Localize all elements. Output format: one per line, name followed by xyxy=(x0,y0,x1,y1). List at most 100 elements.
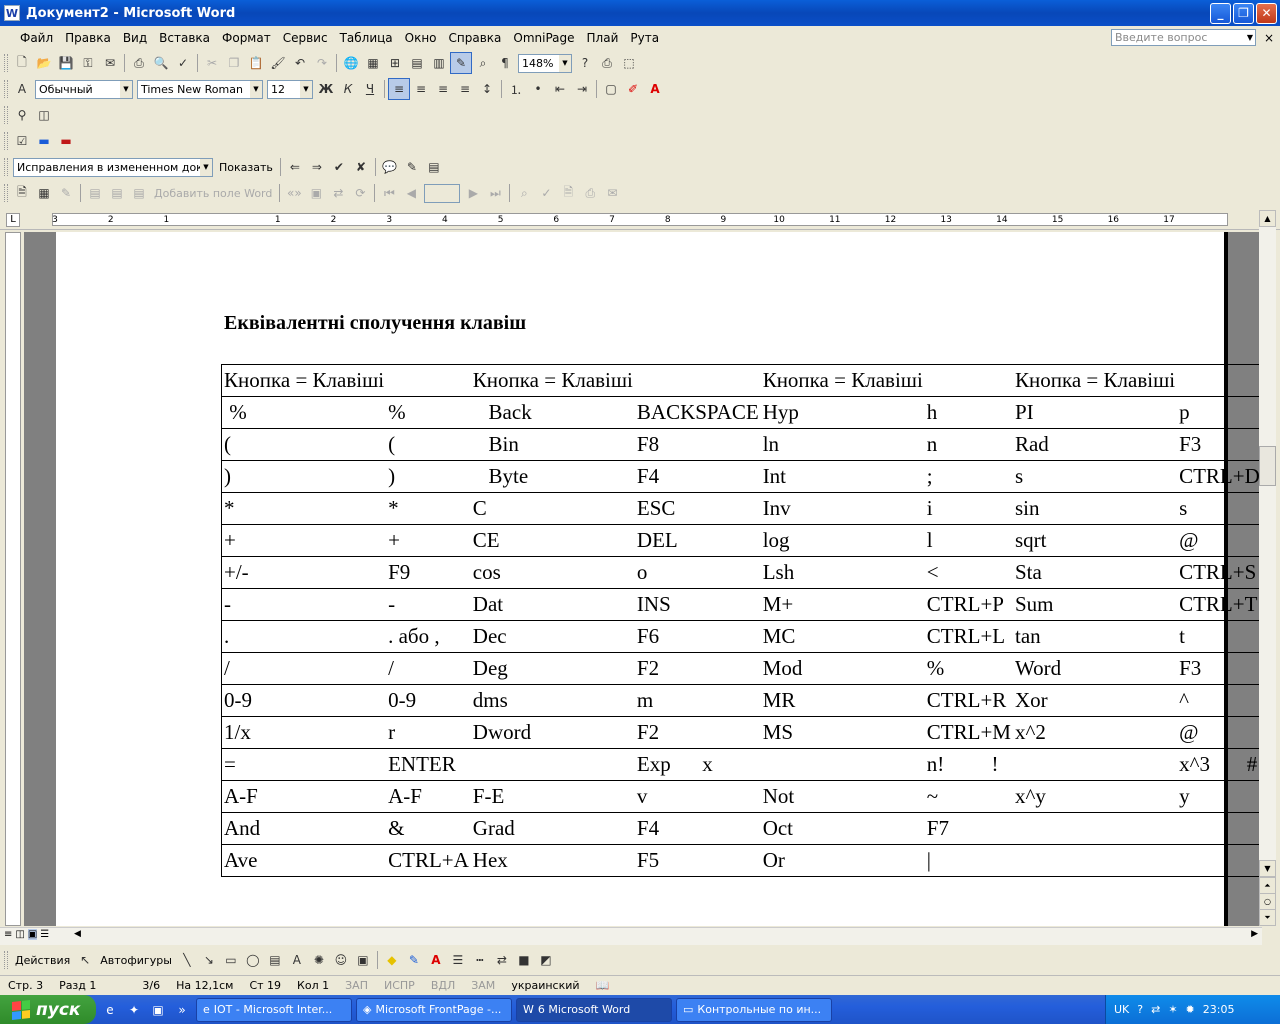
table-cell[interactable]: Mod xyxy=(760,652,925,685)
next-record-icon[interactable]: ▶ xyxy=(462,182,484,204)
table-cell[interactable]: sqrt xyxy=(1012,524,1178,557)
tables-borders-icon[interactable]: ▦ xyxy=(362,52,384,74)
cut-icon[interactable]: ✂ xyxy=(201,52,223,74)
menu-plai[interactable]: Плай xyxy=(581,31,625,45)
table-cell[interactable]: CTRL+L xyxy=(924,620,1013,653)
previous-record-icon[interactable]: ◀ xyxy=(400,182,422,204)
table-cell[interactable]: i xyxy=(924,492,1013,525)
table-cell[interactable] xyxy=(1177,364,1260,397)
table-cell[interactable]: m xyxy=(634,684,761,717)
status-extend[interactable]: ВДЛ xyxy=(423,979,463,992)
justify-icon[interactable]: ≡ xyxy=(454,78,476,100)
ruler-strip[interactable]: 3 2 1 1 2 3 4 5 6 7 8 9 10 11 12 13 14 15 16 17 xyxy=(52,213,1228,226)
table-cell[interactable]: = xyxy=(221,748,387,781)
table-cell[interactable]: CTRL+A xyxy=(386,844,471,877)
clipart-icon[interactable]: ☺ xyxy=(330,949,352,971)
menu-omnipage[interactable]: OmniPage xyxy=(507,31,580,45)
table-cell[interactable]: ln xyxy=(760,428,925,461)
line-color-icon[interactable]: ✎ xyxy=(403,949,425,971)
table-cell[interactable]: tan xyxy=(1012,620,1178,653)
ukraine-flag-icon[interactable]: ▬ xyxy=(33,130,55,152)
quicklaunch-more-icon[interactable]: » xyxy=(172,1000,192,1020)
menu-table[interactable]: Таблица xyxy=(334,31,399,45)
wordart-icon[interactable]: A xyxy=(286,949,308,971)
help-icon[interactable]: ? xyxy=(574,52,596,74)
table-cell[interactable]: CTRL+D xyxy=(1177,460,1260,493)
table-cell[interactable]: % xyxy=(924,652,1013,685)
table-cell[interactable]: MR xyxy=(760,684,925,717)
drawing-icon[interactable]: ✎ xyxy=(450,52,472,74)
toolbar-grip[interactable] xyxy=(4,158,8,176)
word-app-icon[interactable]: W xyxy=(4,5,20,21)
insert-fields-icon[interactable]: ▤ xyxy=(128,182,150,204)
toolbar-grip[interactable] xyxy=(4,54,8,72)
table-cell[interactable] xyxy=(634,364,761,397)
email-icon[interactable]: ✉ xyxy=(99,52,121,74)
table-cell[interactable]: Dat xyxy=(470,588,635,621)
main-document-icon[interactable]: 🗎 xyxy=(11,182,33,204)
table-cell[interactable]: ~ xyxy=(924,780,1013,813)
next-change-icon[interactable]: ⇒ xyxy=(306,156,328,178)
table-cell[interactable]: BACKSPACE xyxy=(634,396,761,429)
fill-color-icon[interactable]: ◆ xyxy=(381,949,403,971)
menu-file[interactable]: Файл xyxy=(14,31,59,45)
underline-button[interactable]: Ч xyxy=(359,78,381,100)
table-cell[interactable]: ^ xyxy=(1177,684,1260,717)
table-cell[interactable]: l xyxy=(924,524,1013,557)
table-cell[interactable]: And xyxy=(221,812,387,845)
italic-button[interactable]: К xyxy=(337,78,359,100)
table-cell[interactable]: Xor xyxy=(1012,684,1178,717)
status-track[interactable]: ИСПР xyxy=(376,979,423,992)
table-cell[interactable]: Deg xyxy=(470,652,635,685)
open-data-source-icon[interactable]: ▦ xyxy=(33,182,55,204)
table-cell[interactable]: F9 xyxy=(386,556,471,589)
table-cell[interactable]: Back xyxy=(470,396,635,429)
table-cell[interactable]: Кнопка = Клавіші xyxy=(221,364,387,397)
table-cell[interactable]: Hex xyxy=(470,844,635,877)
draw-font-color-icon[interactable]: A xyxy=(425,949,447,971)
menu-view[interactable]: Вид xyxy=(117,31,153,45)
horizontal-ruler[interactable]: L 3 2 1 1 2 3 4 5 6 7 8 9 10 11 12 13 14 15 16 17 xyxy=(0,210,1280,230)
start-button[interactable]: пуск xyxy=(0,995,96,1024)
horizontal-scrollbar[interactable]: ≡ ◫ ▣ ☰ ◀ ▶ xyxy=(0,927,1262,945)
quicklaunch-desktop-icon[interactable]: ▣ xyxy=(148,1000,168,1020)
table-cell[interactable]: F6 xyxy=(634,620,761,653)
table-cell[interactable]: Кнопка = Клавіші xyxy=(470,364,635,397)
quicklaunch-app-icon[interactable]: ✦ xyxy=(124,1000,144,1020)
reject-change-icon[interactable]: ✘ xyxy=(350,156,372,178)
table-cell[interactable]: ) xyxy=(221,460,387,493)
table-cell[interactable]: - xyxy=(386,588,471,621)
add-word-field-menu[interactable]: Добавить поле Word xyxy=(150,187,276,200)
check-icon[interactable]: ☑ xyxy=(11,130,33,152)
text-box-icon[interactable]: ▤ xyxy=(264,949,286,971)
table-cell[interactable]: Byte xyxy=(470,460,635,493)
print-icon[interactable]: ⎙ xyxy=(128,52,150,74)
document-page[interactable]: Еквівалентні сполучення клавіш Кнопка = … xyxy=(56,232,1260,926)
table-cell[interactable]: dms xyxy=(470,684,635,717)
table-cell[interactable]: F2 xyxy=(634,652,761,685)
menu-format[interactable]: Формат xyxy=(216,31,277,45)
merge-to-document-icon[interactable]: 🗎 xyxy=(557,182,579,204)
styles-pane-icon[interactable]: A xyxy=(11,78,33,100)
line-icon[interactable]: ╲ xyxy=(176,949,198,971)
table-cell[interactable]: Кнопка = Клавіші xyxy=(1012,364,1178,397)
copy-icon[interactable]: ❐ xyxy=(223,52,245,74)
line-style-icon[interactable]: ☰ xyxy=(447,949,469,971)
table-cell[interactable]: Oct xyxy=(760,812,925,845)
insert-greeting-icon[interactable]: ▤ xyxy=(106,182,128,204)
table-cell[interactable]: + xyxy=(386,524,471,557)
table-cell[interactable]: / xyxy=(386,652,471,685)
redo-icon[interactable]: ↷ xyxy=(311,52,333,74)
table-cell[interactable]: CE xyxy=(470,524,635,557)
align-left-icon[interactable]: ≡ xyxy=(388,78,410,100)
tray-antivirus-icon[interactable]: ✶ xyxy=(1168,1003,1177,1016)
toolbar-grip[interactable] xyxy=(4,132,8,150)
table-cell[interactable]: F8 xyxy=(634,428,761,461)
numbering-icon[interactable]: ⒈ xyxy=(505,78,527,100)
table-cell[interactable] xyxy=(760,748,925,781)
bold-button[interactable]: Ж xyxy=(315,78,337,100)
borders-icon[interactable]: ▢ xyxy=(600,78,622,100)
record-number-input[interactable] xyxy=(424,183,461,203)
table-cell[interactable]: + xyxy=(221,524,387,557)
table-cell[interactable]: 1/x xyxy=(221,716,387,749)
